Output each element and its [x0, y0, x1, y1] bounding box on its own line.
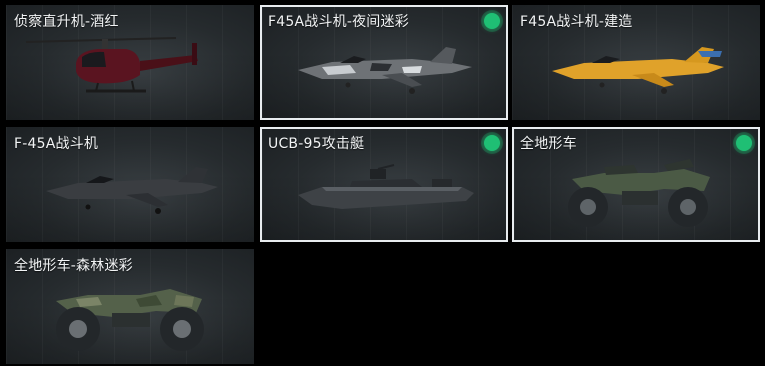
equipped-indicator-icon	[736, 135, 752, 151]
vehicle-card-f45a-build[interactable]: F45A战斗机-建造	[512, 5, 760, 120]
vehicle-title: 全地形车	[520, 136, 577, 152]
vehicle-card-scout-helicopter-red[interactable]: 侦察直升机-酒红	[6, 5, 254, 120]
vehicle-card-atv[interactable]: 全地形车	[512, 127, 760, 242]
vehicle-title: F45A战斗机-夜间迷彩	[268, 14, 409, 30]
vehicle-card-ucb95-attack-boat[interactable]: UCB-95攻击艇	[260, 127, 508, 242]
vehicle-card-atv-forest-camo[interactable]: 全地形车-森林迷彩	[6, 249, 254, 364]
vehicle-grid: 侦察直升机-酒红 F45A战斗机-夜间迷彩 F45A战斗机-建造 F-45A战斗…	[0, 0, 765, 366]
vehicle-card-f45a[interactable]: F-45A战斗机	[6, 127, 254, 242]
vehicle-title: F-45A战斗机	[14, 136, 99, 152]
vehicle-title: 侦察直升机-酒红	[14, 14, 119, 30]
vehicle-title: 全地形车-森林迷彩	[14, 258, 133, 274]
vehicle-title: F45A战斗机-建造	[520, 14, 633, 30]
vehicle-title: UCB-95攻击艇	[268, 136, 365, 152]
equipped-indicator-icon	[484, 135, 500, 151]
vehicle-card-f45a-night-camo[interactable]: F45A战斗机-夜间迷彩	[260, 5, 508, 120]
equipped-indicator-icon	[484, 13, 500, 29]
